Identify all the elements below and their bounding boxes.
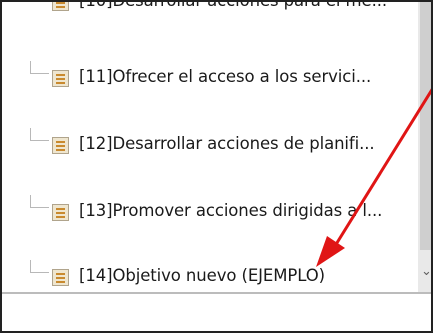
tree-item-label: [10]Desarrollar acciones para el me... — [79, 2, 409, 10]
scrollbar-thumb[interactable] — [420, 2, 431, 250]
tree-connector — [30, 61, 49, 74]
tree-panel: [10]Desarrollar acciones para el me... [… — [0, 0, 433, 333]
chevron-down-icon[interactable]: ⌄ — [418, 264, 431, 279]
bottom-panel — [2, 292, 431, 331]
tree-connector — [30, 260, 49, 273]
tree-item-label: [11]Ofrecer el acceso a los servici... — [79, 67, 372, 86]
document-icon — [52, 269, 69, 286]
document-icon — [52, 204, 69, 221]
tree-item-label: [14]Objetivo nuevo (EJEMPLO) — [79, 266, 325, 285]
vertical-scrollbar[interactable]: ⌄ — [418, 2, 431, 292]
document-icon — [52, 2, 69, 11]
tree-item-label: [12]Desarrollar acciones de planifi... — [79, 134, 375, 153]
document-icon — [52, 70, 69, 87]
tree-connector — [30, 128, 49, 141]
tree-item-label: [13]Promover acciones dirigidas a l... — [79, 201, 383, 220]
tree-connector — [30, 195, 49, 208]
document-icon — [52, 137, 69, 154]
objectives-tree: [10]Desarrollar acciones para el me... [… — [2, 2, 418, 292]
